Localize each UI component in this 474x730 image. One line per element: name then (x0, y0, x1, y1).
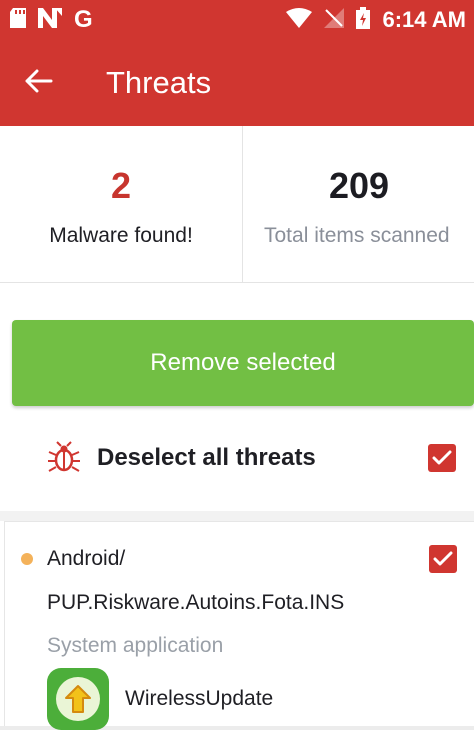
status-left-icons: G (10, 6, 93, 34)
scan-stats: 2 Malware found! 209 Total items scanned (0, 126, 474, 283)
deselect-all-checkbox[interactable] (428, 444, 456, 472)
scanned-count: 209 (328, 165, 390, 206)
deselect-all-label: Deselect all threats (97, 444, 316, 471)
page-title: Threats (106, 65, 212, 100)
checkmark-icon (433, 551, 453, 566)
sd-card-icon (10, 7, 26, 33)
threat-checkbox[interactable] (429, 545, 457, 573)
deselect-all-row[interactable]: Deselect all threats (0, 423, 474, 493)
battery-charging-icon (356, 6, 371, 34)
malware-stat: 2 Malware found! (0, 126, 243, 283)
app-name: WirelessUpdate (125, 687, 274, 710)
back-button[interactable] (18, 62, 60, 104)
severity-dot (21, 553, 33, 565)
status-right-icons: 6:14 AM (286, 6, 466, 34)
threats-content: Remove selected Deselect all threats And… (0, 283, 474, 730)
malware-label: Malware found! (49, 224, 193, 247)
n-notification-icon (38, 7, 62, 33)
status-time: 6:14 AM (382, 7, 466, 32)
google-icon: G (74, 6, 93, 33)
arrow-left-icon (25, 69, 53, 98)
no-signal-icon (324, 7, 345, 33)
threat-name-line-2: PUP.Riskware.Autoins.Fota.INS (47, 591, 345, 614)
status-bar: G 6:14 AM (0, 0, 474, 40)
divider (0, 511, 474, 521)
wifi-icon (286, 7, 313, 33)
checkmark-icon (432, 450, 452, 465)
remove-selected-button[interactable]: Remove selected (12, 320, 474, 406)
threat-name-line-1: Android/ (47, 547, 126, 570)
app-bar: Threats (0, 40, 474, 126)
scanned-stat: 209 Total items scanned (244, 126, 474, 283)
threat-list-item[interactable]: Android/ PUP.Riskware.Autoins.Fota.INS S… (4, 521, 474, 730)
threat-type: System application (47, 634, 224, 657)
bug-icon (47, 441, 81, 475)
up-arrow-icon (65, 685, 91, 713)
wireless-update-app-icon (47, 668, 109, 730)
malware-count: 2 (110, 165, 132, 206)
scanned-label: Total items scanned (264, 224, 450, 247)
